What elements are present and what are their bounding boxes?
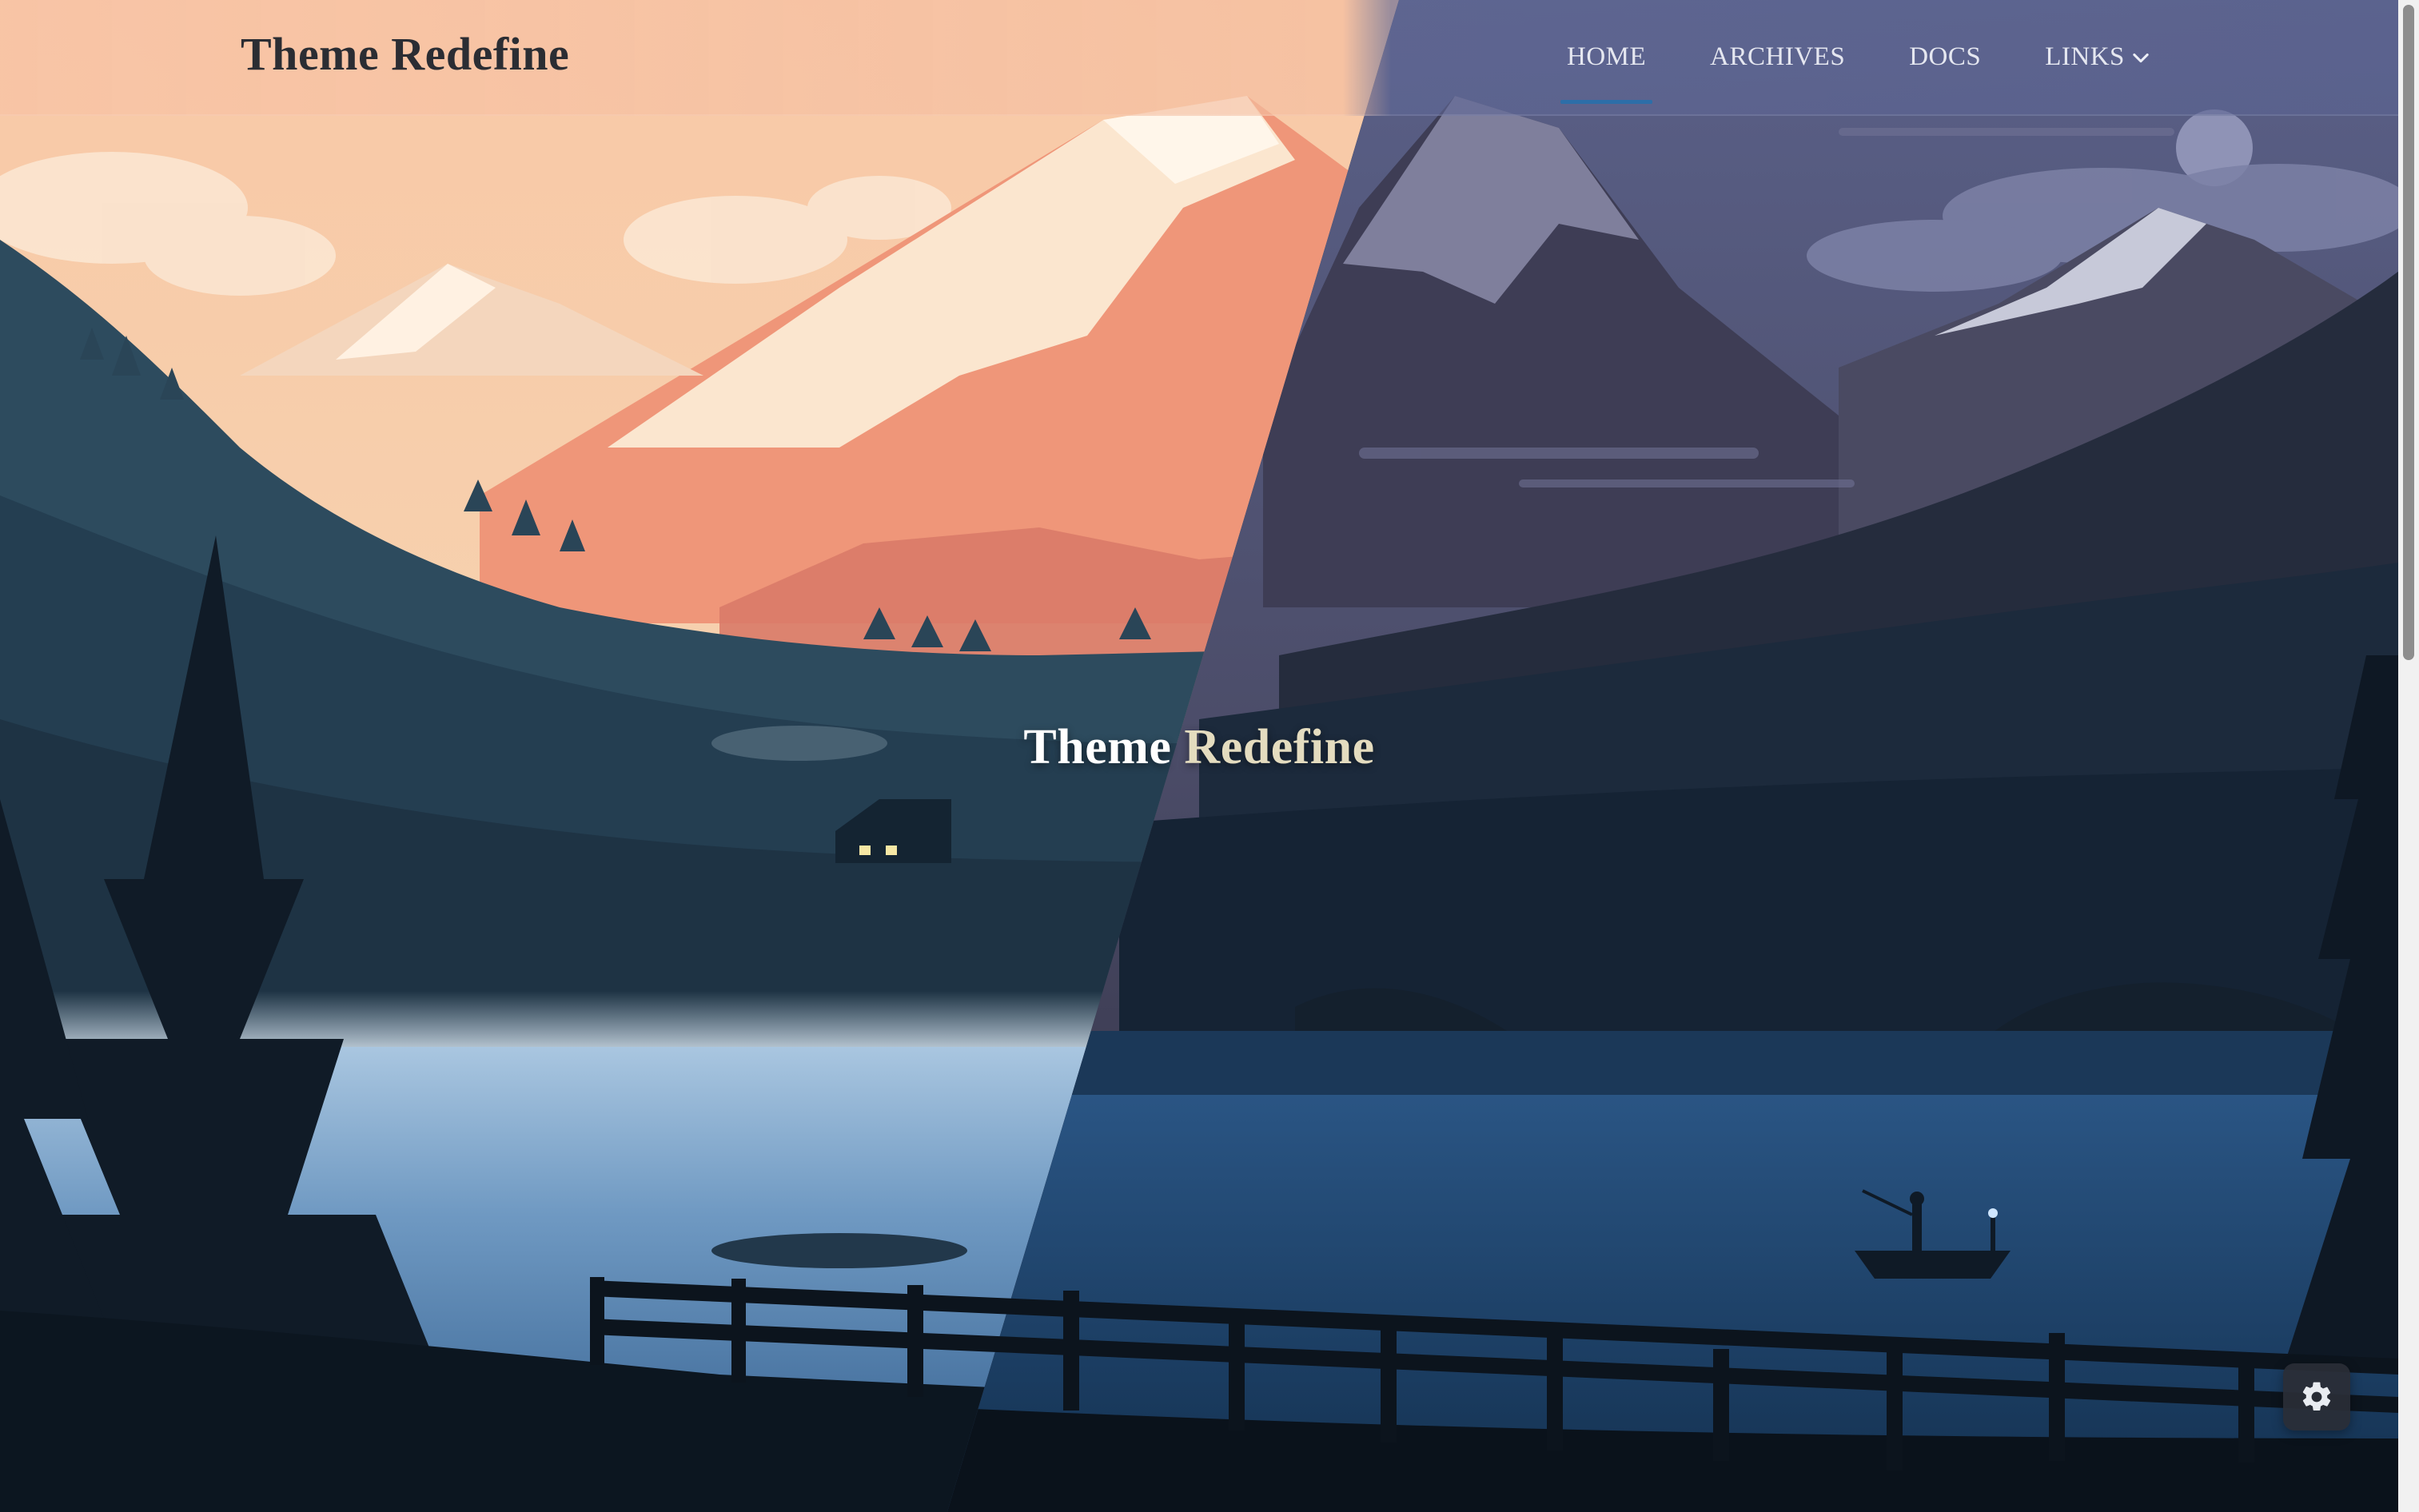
nav-archives-link[interactable]: ARCHIVES <box>1710 42 1845 72</box>
hero-title-word-1: Theme <box>1023 720 1172 774</box>
nav-links-label: LINKS <box>2045 42 2125 71</box>
page-scrollbar-thumb[interactable] <box>2403 5 2414 660</box>
nav-home-link[interactable]: HOME <box>1560 42 1653 104</box>
hero-title-word-2: Redefine <box>1184 720 1375 774</box>
main-nav: HOME ARCHIVES DOCS LINKS <box>1560 0 2216 114</box>
site-brand-link[interactable]: Theme Redefine <box>241 27 569 81</box>
nav-docs-label: DOCS <box>1909 42 1982 71</box>
hero-title: Theme Redefine <box>0 719 2398 776</box>
nav-links-dropdown[interactable]: LINKS <box>2045 42 2152 72</box>
nav-docs-link[interactable]: DOCS <box>1909 42 1981 72</box>
gear-icon <box>2302 1382 2331 1411</box>
page: Theme Redefine HOME ARCHIVES DOCS LINKS … <box>0 0 2419 1512</box>
nav-archives-label: ARCHIVES <box>1710 42 1846 71</box>
settings-button[interactable] <box>2283 1363 2350 1430</box>
chevron-down-icon <box>2133 53 2149 62</box>
nav-home-label: HOME <box>1567 42 1647 71</box>
site-header: Theme Redefine HOME ARCHIVES DOCS LINKS <box>0 0 2398 116</box>
